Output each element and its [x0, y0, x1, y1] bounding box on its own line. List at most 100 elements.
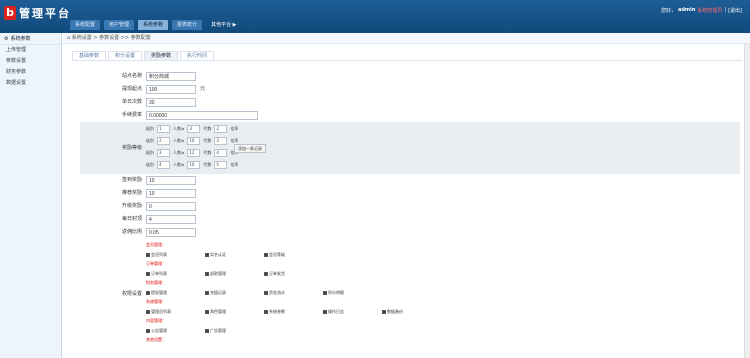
checkbox-icon[interactable] — [146, 272, 150, 276]
r2-input[interactable] — [146, 189, 196, 198]
sub-tab[interactable]: 执行时间 — [180, 51, 215, 60]
perm-checkbox[interactable]: 充值记录 — [205, 290, 261, 296]
separator: | — [724, 7, 727, 13]
sidebar-list: 上传管理 参数设置 财务参数 数据设置 — [0, 45, 61, 89]
level-input[interactable]: 3 — [214, 137, 228, 145]
checkbox-icon[interactable] — [264, 291, 268, 295]
level-label: 人数≥ — [173, 150, 185, 155]
level-line: 级别 1 人数≥ 3 代数 2 倍率 — [146, 125, 238, 133]
level-input[interactable]: 2 — [157, 137, 170, 145]
level-input[interactable]: 4 — [214, 149, 228, 157]
sub-tab[interactable]: 奖励参数 — [144, 51, 179, 60]
form-row: 站点名称 — [80, 70, 740, 83]
level-label: 代数 — [203, 138, 212, 143]
nav-tab[interactable]: 系统参数 — [138, 20, 169, 30]
sidebar-item[interactable]: 数据设置 — [0, 78, 61, 89]
level-label: 人数≥ — [173, 126, 185, 131]
perm-label: 订单列表 — [151, 271, 167, 276]
r4-input[interactable] — [146, 215, 196, 224]
perm-checkbox[interactable]: 提现管理 — [146, 290, 202, 296]
form-row: 返佣比例 — [80, 226, 740, 239]
level-input[interactable]: 10 — [187, 137, 201, 145]
level-input[interactable]: 10 — [187, 161, 201, 169]
perm-checkbox[interactable]: 实名认证 — [205, 252, 261, 258]
checkbox-icon[interactable] — [205, 272, 209, 276]
perm-checkbox[interactable]: 积分明细 — [323, 290, 379, 296]
perm-checkbox[interactable]: 公告管理 — [146, 328, 202, 334]
header-bar: b 管理平台 您好， admin 系统管理员 | [退出] 系统配置 用户管理 系统… — [0, 0, 750, 33]
fee-input[interactable] — [146, 111, 258, 120]
sidebar-item[interactable]: 参数设置 — [0, 56, 61, 67]
nav-tab[interactable]: 用户管理 — [104, 20, 135, 30]
max-count-input[interactable] — [146, 98, 196, 107]
perm-checkbox[interactable]: 资金流水 — [264, 290, 320, 296]
form-row: 手续费率 — [80, 109, 740, 122]
level-label: 代数 — [203, 126, 212, 131]
level-input[interactable]: 1 — [157, 125, 170, 133]
perm-checkbox[interactable]: 数据备份 — [382, 309, 438, 315]
perm-checkbox[interactable]: 退款管理 — [205, 271, 261, 277]
perm-label: 公告管理 — [151, 328, 167, 333]
level-label: 级别 — [146, 150, 154, 155]
perm-checkbox[interactable]: 会员等级 — [264, 252, 320, 258]
checkbox-icon[interactable] — [146, 310, 150, 314]
r3-input[interactable] — [146, 202, 196, 211]
perm-label: 管理员列表 — [151, 309, 171, 314]
level-label: 代数 — [203, 162, 212, 167]
perm-checkbox[interactable]: 系统参数 — [264, 309, 320, 315]
level-input[interactable]: 12 — [187, 149, 201, 157]
checkbox-icon[interactable] — [382, 310, 386, 314]
form-row: 升级奖励 — [80, 200, 740, 213]
checkbox-icon[interactable] — [205, 310, 209, 314]
perm-checkbox[interactable]: 订单列表 — [146, 271, 202, 277]
r1-input[interactable] — [146, 176, 196, 185]
sidebar-item[interactable]: 上传管理 — [0, 45, 61, 56]
checkbox-icon[interactable] — [264, 272, 268, 276]
sidebar-item[interactable]: 财务参数 — [0, 67, 61, 78]
perm-label: 充值记录 — [210, 290, 226, 295]
level-input[interactable]: 5 — [214, 161, 228, 169]
level-input[interactable]: 2 — [214, 125, 228, 133]
checkbox-icon[interactable] — [146, 253, 150, 257]
scrollbar[interactable] — [744, 44, 750, 358]
checkbox-icon[interactable] — [205, 291, 209, 295]
nav-tab[interactable]: 其他平台 ▶ — [206, 20, 241, 30]
checkbox-icon[interactable] — [205, 253, 209, 257]
checkbox-icon[interactable] — [264, 310, 268, 314]
perm-checkbox[interactable]: 操作日志 — [323, 309, 379, 315]
checkbox-icon[interactable] — [323, 310, 327, 314]
sub-tab[interactable]: 基础参数 — [72, 51, 107, 60]
checkbox-icon[interactable] — [205, 329, 209, 333]
form-row: 单日次数 — [80, 96, 740, 109]
perm-label: 会员列表 — [151, 252, 167, 257]
perm-checkbox[interactable]: 会员列表 — [146, 252, 202, 258]
perm-checkbox[interactable]: 管理员列表 — [146, 309, 202, 315]
level-label: 级别 — [146, 138, 154, 143]
r5-input[interactable] — [146, 228, 196, 237]
level-line: 级别3人数≥12代数4倍率 — [146, 149, 238, 157]
checkbox-icon[interactable] — [146, 329, 150, 333]
checkbox-icon[interactable] — [323, 291, 327, 295]
checkbox-icon[interactable] — [264, 253, 268, 257]
level-label: 人数≥ — [173, 138, 185, 143]
level-input[interactable]: 4 — [157, 161, 170, 169]
perm-group-title: 内容管理： — [146, 318, 166, 323]
perm-checkbox[interactable]: 角色管理 — [205, 309, 261, 315]
min-amount-input[interactable] — [146, 85, 196, 94]
sub-tab[interactable]: 积分设置 — [108, 51, 143, 60]
perm-checkbox[interactable]: 订单发货 — [264, 271, 320, 277]
nav-tab[interactable]: 报表统计 — [172, 20, 203, 30]
level-label: 倍率 — [230, 162, 239, 167]
checkbox-icon[interactable] — [146, 291, 150, 295]
nav-tab[interactable]: 系统配置 — [70, 20, 101, 30]
perm-line: 公告管理 广告管理 — [146, 328, 438, 334]
level-label: 人数≥ — [173, 162, 185, 167]
site-name-input[interactable] — [146, 72, 196, 81]
level-input[interactable]: 3 — [187, 125, 201, 133]
sidebar: ⚙ 系统参数 上传管理 参数设置 财务参数 数据设置 — [0, 33, 62, 358]
add-record-button[interactable]: 添加一条记录 — [234, 144, 266, 153]
breadcrumb: ⌂ 系统设置 > 参数设置 >> 参数配置 — [63, 33, 750, 44]
logout-link[interactable]: [退出] — [728, 7, 742, 14]
perm-checkbox[interactable]: 广告管理 — [205, 328, 261, 334]
level-input[interactable]: 3 — [157, 149, 170, 157]
